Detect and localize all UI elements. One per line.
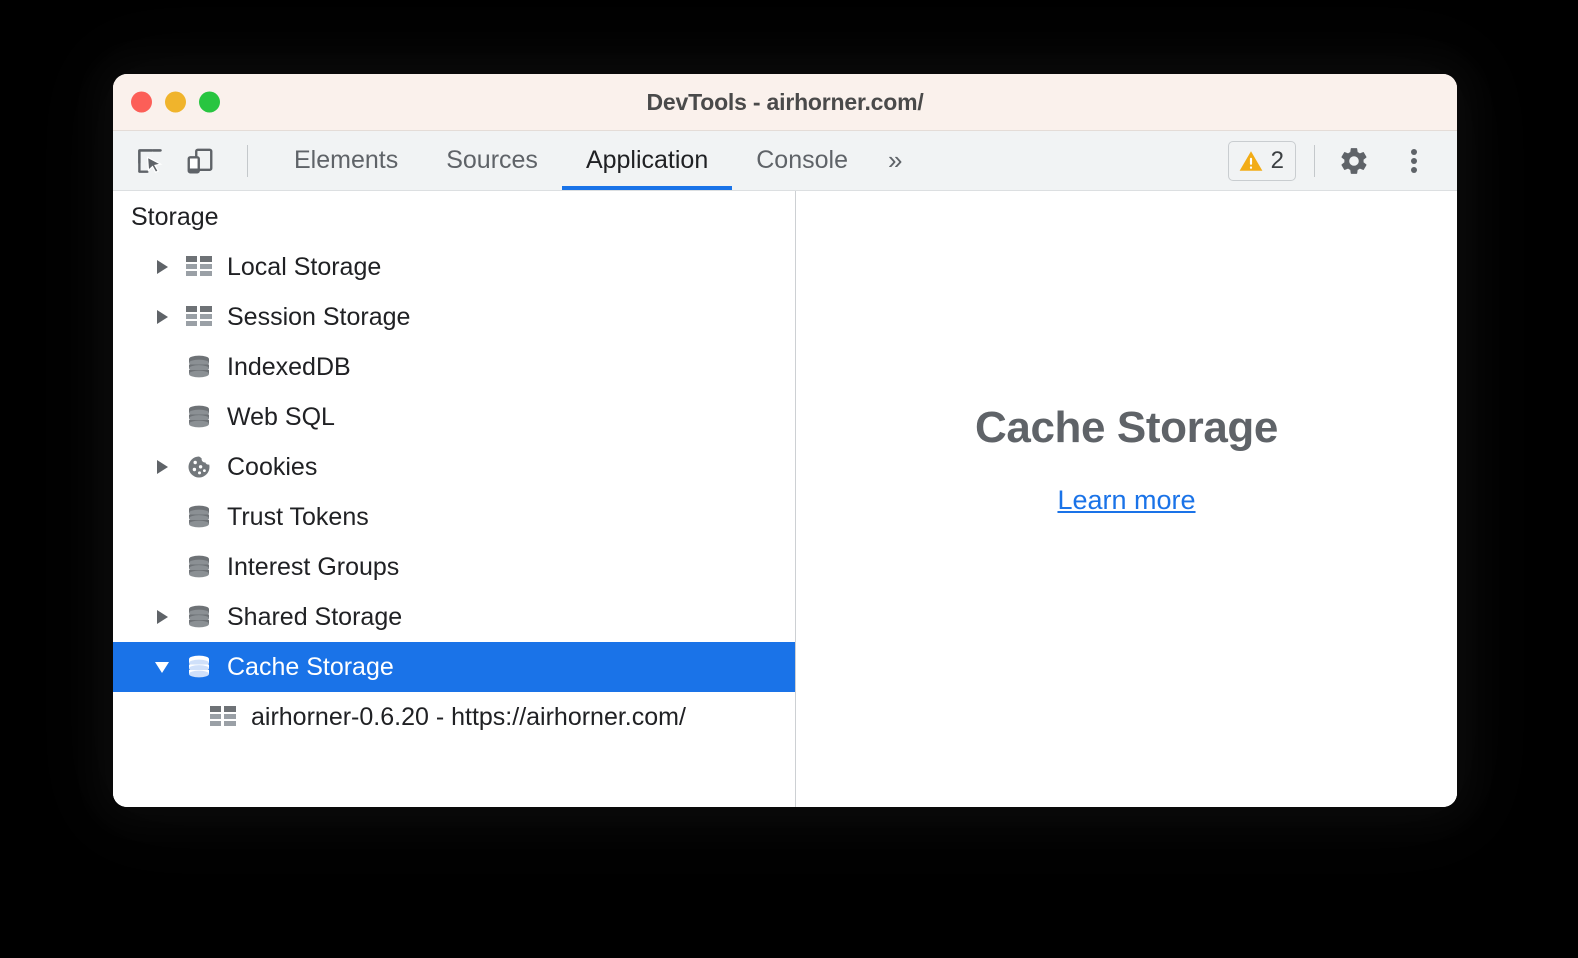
- inspect-element-icon[interactable]: [133, 144, 167, 178]
- sidebar-item-indexeddb[interactable]: IndexedDB: [113, 342, 795, 392]
- devtools-toolbar: Elements Sources Application Console » 2: [113, 131, 1457, 191]
- sidebar-item-label: Shared Storage: [227, 602, 403, 631]
- sidebar-item-cache-storage[interactable]: Cache Storage: [113, 642, 795, 692]
- sidebar-item-label: Trust Tokens: [227, 502, 369, 531]
- table-icon: [207, 706, 239, 728]
- sidebar-item-web-sql[interactable]: Web SQL: [113, 392, 795, 442]
- toolbar-divider-right: [1314, 144, 1315, 177]
- table-icon: [183, 306, 215, 328]
- kebab-dot: [1411, 166, 1417, 173]
- toolbar-right-icons: 2: [1227, 131, 1457, 190]
- sidebar-item-label: Interest Groups: [227, 552, 400, 581]
- chevron-right-icon[interactable]: [149, 460, 175, 474]
- cookie-icon: [183, 454, 215, 480]
- more-tabs-icon[interactable]: »: [872, 131, 916, 190]
- tab-sources[interactable]: Sources: [422, 131, 562, 190]
- kebab-dot: [1411, 157, 1417, 164]
- panel-body: Storage Local Storage Session Storage In…: [113, 191, 1457, 807]
- sidebar-item-session-storage[interactable]: Session Storage: [113, 292, 795, 342]
- toolbar-divider: [247, 144, 248, 177]
- close-window-button[interactable]: [131, 91, 152, 113]
- application-sidebar: Storage Local Storage Session Storage In…: [113, 191, 796, 807]
- cache-storage-empty-panel: Cache Storage Learn more: [796, 191, 1457, 807]
- tab-console[interactable]: Console: [732, 131, 872, 190]
- sidebar-item-airhorner-cache[interactable]: airhorner-0.6.20 - https://airhorner.com…: [113, 692, 795, 742]
- chevron-right-icon[interactable]: [149, 610, 175, 624]
- maximize-window-button[interactable]: [199, 91, 220, 113]
- sidebar-item-local-storage[interactable]: Local Storage: [113, 242, 795, 292]
- database-icon: [183, 404, 215, 430]
- learn-more-link[interactable]: Learn more: [1057, 485, 1195, 516]
- database-icon: [183, 504, 215, 530]
- sidebar-item-label: Local Storage: [227, 252, 382, 281]
- warning-count: 2: [1270, 146, 1284, 174]
- minimize-window-button[interactable]: [165, 91, 186, 113]
- traffic-lights: [131, 91, 220, 113]
- sidebar-item-interest-groups[interactable]: Interest Groups: [113, 542, 795, 592]
- storage-section-title: Storage: [131, 203, 219, 231]
- warning-triangle-icon: [1239, 150, 1263, 171]
- storage-tree: Local Storage Session Storage IndexedDB …: [113, 242, 795, 742]
- database-icon: [183, 554, 215, 580]
- sidebar-item-label: Web SQL: [227, 402, 335, 431]
- kebab-dot: [1411, 148, 1417, 155]
- title-bar: DevTools - airhorner.com/: [113, 74, 1457, 131]
- table-icon: [183, 256, 215, 278]
- database-icon: [183, 604, 215, 630]
- window-title: DevTools - airhorner.com/: [646, 88, 924, 115]
- chevron-right-icon[interactable]: [149, 310, 175, 324]
- sidebar-item-label: Cache Storage: [227, 652, 394, 681]
- kebab-menu-icon[interactable]: [1393, 140, 1435, 182]
- sidebar-item-trust-tokens[interactable]: Trust Tokens: [113, 492, 795, 542]
- sidebar-item-label: IndexedDB: [227, 352, 351, 381]
- sidebar-item-label: airhorner-0.6.20 - https://airhorner.com…: [251, 702, 686, 731]
- sidebar-item-cookies[interactable]: Cookies: [113, 442, 795, 492]
- database-icon: [183, 354, 215, 380]
- sidebar-item-label: Cookies: [227, 452, 318, 481]
- sidebar-item-label: Session Storage: [227, 302, 411, 331]
- gear-icon[interactable]: [1333, 140, 1375, 182]
- tab-application[interactable]: Application: [561, 131, 733, 190]
- device-toolbar-icon[interactable]: [183, 144, 217, 178]
- devtools-window: DevTools - airhorner.com/ Elements Sourc…: [113, 74, 1457, 807]
- database-icon: [183, 654, 215, 680]
- panel-tabs: Elements Sources Application Console »: [270, 131, 916, 190]
- tab-elements[interactable]: Elements: [270, 131, 422, 190]
- page-title: Cache Storage: [975, 402, 1278, 452]
- warning-badge[interactable]: 2: [1227, 140, 1296, 181]
- chevron-right-icon[interactable]: [149, 260, 175, 274]
- toolbar-left-icons: [113, 131, 262, 190]
- sidebar-item-shared-storage[interactable]: Shared Storage: [113, 592, 795, 642]
- chevron-down-icon[interactable]: [149, 661, 175, 673]
